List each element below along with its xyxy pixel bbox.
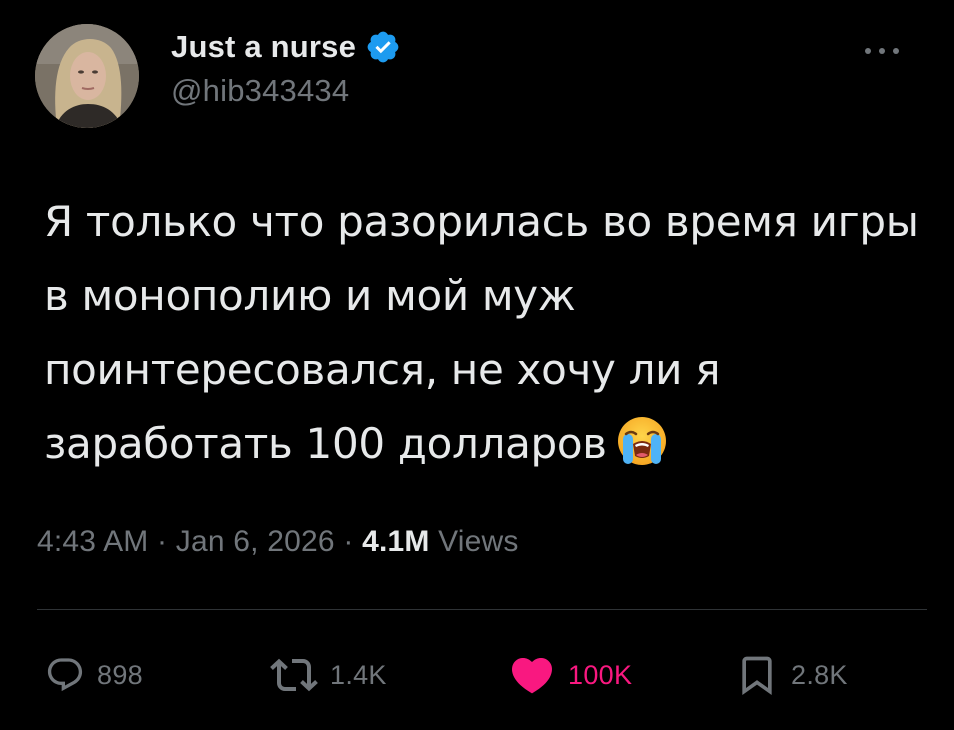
repost-button[interactable]: 1.4K — [270, 650, 387, 700]
repost-arrows-icon — [270, 658, 318, 692]
reply-button[interactable]: 898 — [45, 650, 143, 700]
meta-separator: · — [343, 525, 354, 558]
heart-icon — [511, 658, 553, 694]
tweet-text-content: Я только что разорилась во время игры в … — [44, 197, 919, 468]
avatar-photo — [35, 24, 139, 128]
meta-separator: · — [157, 525, 168, 558]
like-button[interactable]: 100K — [508, 650, 632, 700]
tweet-time[interactable]: 4:43 AM — [37, 525, 148, 558]
user-handle[interactable]: @hib343434 — [171, 73, 401, 109]
like-count: 100K — [568, 659, 633, 690]
bookmark-count: 2.8K — [791, 659, 848, 690]
verified-badge-icon — [365, 29, 401, 65]
loudly-crying-face-emoji-icon — [615, 414, 669, 468]
avatar[interactable] — [35, 24, 139, 128]
more-horizontal-icon — [865, 48, 899, 54]
divider — [37, 609, 927, 610]
speech-bubble-icon — [47, 658, 83, 692]
repost-count: 1.4K — [330, 659, 387, 690]
name-row: Just a nurse — [171, 27, 401, 67]
bookmark-button[interactable]: 2.8K — [735, 650, 848, 700]
reply-count: 898 — [97, 659, 143, 690]
more-options-button[interactable] — [860, 36, 904, 66]
views-count: 4.1M — [362, 525, 430, 558]
tweet-text: Я только что разорилась во время игры в … — [44, 185, 924, 481]
display-name[interactable]: Just a nurse — [171, 29, 356, 65]
tweet-meta: 4:43 AM · Jan 6, 2026 · 4.1M Views — [37, 525, 519, 559]
tweet-author: Just a nurse @hib343434 — [171, 27, 401, 109]
views-label: Views — [438, 525, 519, 558]
tweet-date[interactable]: Jan 6, 2026 — [176, 525, 335, 558]
bookmark-icon — [742, 656, 772, 696]
